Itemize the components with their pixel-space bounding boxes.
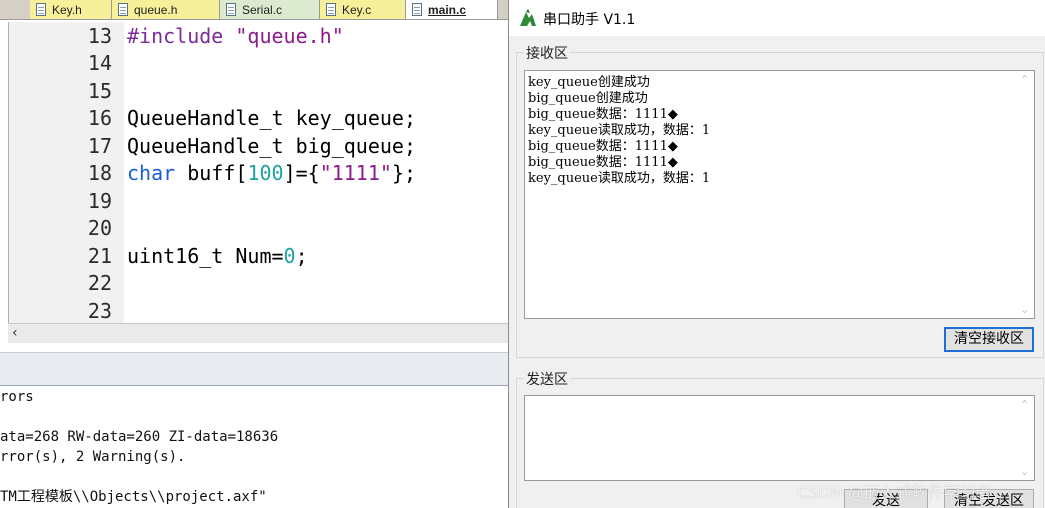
receive-line: big_queue数据：1111◆ [528,139,678,154]
scroll-down-icon[interactable]: ⌄ [1020,303,1029,316]
editor-tab-bar: Key.h queue.h Serial.c Key.c main.c [0,0,508,20]
receive-group: 接收区 key_queue创建成功 big_queue创建成功 big_queu… [516,43,1044,358]
receive-line: key_queue读取成功，数据：1 [528,123,711,138]
tab-key-c[interactable]: Key.c [320,0,406,19]
output-line: TM工程模板\\Objects\\project.axf" [0,489,267,505]
code-line-18: char buff[100]={"1111"}; [127,160,416,186]
send-textarea[interactable]: ⌃ ⌄ [524,395,1035,481]
output-line: ata=268 RW-data=260 ZI-data=18636 [0,429,279,445]
receive-scrollbar[interactable]: ⌃ ⌄ [1017,71,1034,318]
line-number: 22 [87,271,112,295]
line-number: 15 [87,79,112,103]
app-logo-icon [520,9,536,26]
number-literal: 100 [247,161,284,185]
output-line: rror(s), 2 Warning(s). [0,449,186,465]
number-literal: 0 [283,244,296,268]
code-editor[interactable]: 13 14 15 16 17 18 19 20 21 22 23 #includ… [8,22,508,323]
receive-line: big_queue数据：1111◆ [528,155,678,170]
window-title: 串口助手 V1.1 [543,12,636,28]
receive-line: big_queue创建成功 [528,91,648,106]
string-literal: "1111" [319,161,392,185]
punctuation: ; [295,244,308,268]
tab-label: Serial.c [242,2,283,17]
tab-label: main.c [428,2,467,17]
line-number: 14 [87,51,112,75]
declaration: uint16_t Num= [127,244,284,268]
tab-label: Key.h [52,2,82,17]
receive-line: big_queue数据：1111◆ [528,107,678,122]
file-icon [118,3,128,16]
line-number: 20 [87,216,112,240]
punctuation: ]={ [283,161,320,185]
line-number: 16 [87,106,112,130]
receive-group-label: 接收区 [524,43,570,63]
code-line-16: QueueHandle_t key_queue; [127,106,416,130]
scroll-up-icon[interactable]: ⌃ [1020,73,1029,86]
ide-window: Key.h queue.h Serial.c Key.c main.c 13 1… [0,0,508,508]
watermark: CSDN @嵌入式软件学习者 [797,483,992,502]
file-icon [226,3,236,16]
line-number: 13 [87,24,112,48]
scroll-up-icon[interactable]: ⌃ [1020,398,1029,411]
punctuation: }; [391,161,417,185]
code-line-13: #include "queue.h" [127,23,344,49]
scroll-down-icon[interactable]: ⌄ [1020,465,1029,478]
tab-serial-c[interactable]: Serial.c [220,0,320,19]
send-group-label: 发送区 [524,369,570,389]
title-bar: 串口助手 V1.1 [509,0,1045,36]
tab-key-h[interactable]: Key.h [30,0,112,19]
file-icon [36,3,46,16]
send-scrollbar[interactable]: ⌃ ⌄ [1017,396,1034,480]
receive-line: key_queue读取成功，数据：1 [528,171,711,186]
receive-textarea[interactable]: key_queue创建成功 big_queue创建成功 big_queue数据：… [524,70,1035,319]
tab-queue-h[interactable]: queue.h [112,0,220,19]
tab-label: queue.h [134,2,178,17]
preprocessor-directive: #include [127,24,224,48]
line-number: 18 [87,161,112,185]
code-line-21: uint16_t Num=0; [127,243,308,269]
tab-main-c[interactable]: main.c [406,0,498,19]
serial-assistant-window: 串口助手 V1.1 接收区 key_queue创建成功 big_queue创建成… [508,0,1045,508]
pane-splitter[interactable] [0,352,508,386]
scroll-left-icon[interactable]: ‹ [12,324,18,343]
tab-label: Key.c [342,2,372,17]
line-number: 19 [87,189,112,213]
line-number: 17 [87,134,112,158]
build-output-panel: rors ata=268 RW-data=260 ZI-data=18636 r… [0,386,508,508]
line-number-gutter: 13 14 15 16 17 18 19 20 21 22 23 [9,22,124,323]
code-line-17: QueueHandle_t big_queue; [127,134,416,158]
receive-line: key_queue创建成功 [528,75,650,90]
line-number: 21 [87,244,112,268]
line-number: 23 [87,299,112,323]
clear-receive-button[interactable]: 清空接收区 [944,327,1034,352]
include-path: "queue.h" [235,24,344,48]
file-icon [412,3,422,16]
type-keyword: char [127,161,176,185]
horizontal-scrollbar[interactable]: ‹ [8,323,508,343]
file-icon [326,3,336,16]
output-line: rors [0,389,34,405]
declaration: buff[ [187,161,248,185]
